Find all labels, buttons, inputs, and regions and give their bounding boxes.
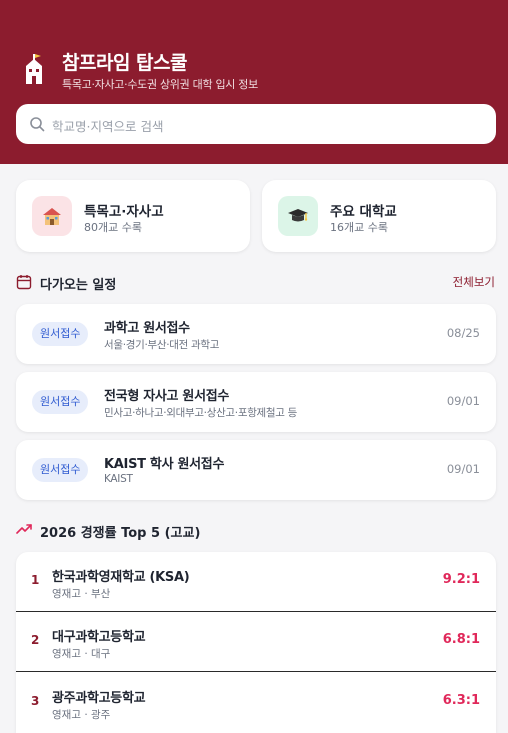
- ranking-list: 1 한국과학영재학교 (KSA) 영재고 · 부산 9.2:1 2 대구과학고등…: [16, 552, 496, 733]
- schedule-desc: 민사고·하나고·외대부고·상산고·포항제철고 등: [104, 407, 298, 419]
- ranking-row[interactable]: 3 광주과학고등학교 영재고 · 광주 6.3:1: [16, 673, 496, 733]
- schedule-heading: 다가오는 일정: [40, 278, 117, 293]
- rank-number: 1: [31, 573, 40, 587]
- schedule-desc: 서울·경기·부산·대전 과학고: [104, 339, 220, 351]
- ranking-row[interactable]: 2 대구과학고등학교 영재고 · 대구 6.8:1: [16, 612, 496, 672]
- schedule-item[interactable]: 원서접수 과학고 원서접수 서울·경기·부산·대전 과학고 08/25: [16, 304, 496, 364]
- schedule-item[interactable]: 원서접수 KAIST 학사 원서접수 KAIST 09/01: [16, 440, 496, 500]
- schedule-date: 09/01: [446, 394, 480, 408]
- school-desc: 영재고 · 대구: [52, 648, 111, 660]
- app-title: 참프라임 탑스쿨: [62, 52, 187, 74]
- category-card-universities[interactable]: 주요 대학교 16개교 수록: [262, 180, 496, 252]
- category-count: 16개교 수록: [330, 221, 388, 234]
- ranking-heading: 2026 경쟁률 Top 5 (고교): [40, 526, 201, 541]
- ranking-row[interactable]: 1 한국과학영재학교 (KSA) 영재고 · 부산 9.2:1: [16, 552, 496, 612]
- category-card-special-high[interactable]: 특목고·자사고 80개교 수록: [16, 180, 250, 252]
- schedule-date: 08/25: [446, 326, 480, 340]
- category-title: 주요 대학교: [330, 204, 397, 220]
- status-badge: 원서접수: [32, 458, 89, 482]
- search-icon: [30, 117, 45, 132]
- competition-ratio: 6.8:1: [442, 632, 480, 647]
- competition-ratio: 9.2:1: [442, 572, 480, 587]
- competition-ratio: 6.3:1: [442, 693, 480, 708]
- school-house-icon: [32, 196, 72, 236]
- category-count: 80개교 수록: [84, 221, 142, 234]
- trending-up-icon: [16, 524, 32, 534]
- search-input[interactable]: 학교명·지역으로 검색: [16, 104, 496, 144]
- category-title: 특목고·자사고: [84, 204, 164, 220]
- see-all-link[interactable]: 전체보기: [453, 274, 495, 290]
- schedule-item[interactable]: 원서접수 전국형 자사고 원서접수 민사고·하나고·외대부고·상산고·포항제철고…: [16, 372, 496, 432]
- schedule-title: 전국형 자사고 원서접수: [104, 389, 230, 404]
- schedule-date: 09/01: [446, 462, 480, 476]
- app-subtitle: 특목고·자사고·수도권 상위권 대학 입시 정보: [62, 78, 258, 91]
- schedule-title: 과학고 원서접수: [104, 321, 190, 336]
- app-header: 참프라임 탑스쿨 특목고·자사고·수도권 상위권 대학 입시 정보 학교명·지역…: [0, 0, 508, 164]
- school-name: 한국과학영재학교 (KSA): [52, 570, 190, 585]
- status-badge: 원서접수: [32, 322, 89, 346]
- rank-number: 2: [31, 633, 40, 647]
- school-desc: 영재고 · 부산: [52, 588, 111, 600]
- school-name: 대구과학고등학교: [52, 630, 146, 645]
- school-name: 광주과학고등학교: [52, 691, 146, 706]
- schedule-title: KAIST 학사 원서접수: [104, 457, 225, 472]
- search-placeholder: 학교명·지역으로 검색: [52, 119, 164, 134]
- school-desc: 영재고 · 광주: [52, 709, 111, 721]
- schedule-desc: KAIST: [104, 473, 133, 485]
- school-building-icon: [26, 54, 42, 84]
- rank-number: 3: [31, 694, 40, 708]
- graduation-cap-icon: [278, 196, 318, 236]
- status-badge: 원서접수: [32, 390, 89, 414]
- calendar-icon: [16, 275, 32, 290]
